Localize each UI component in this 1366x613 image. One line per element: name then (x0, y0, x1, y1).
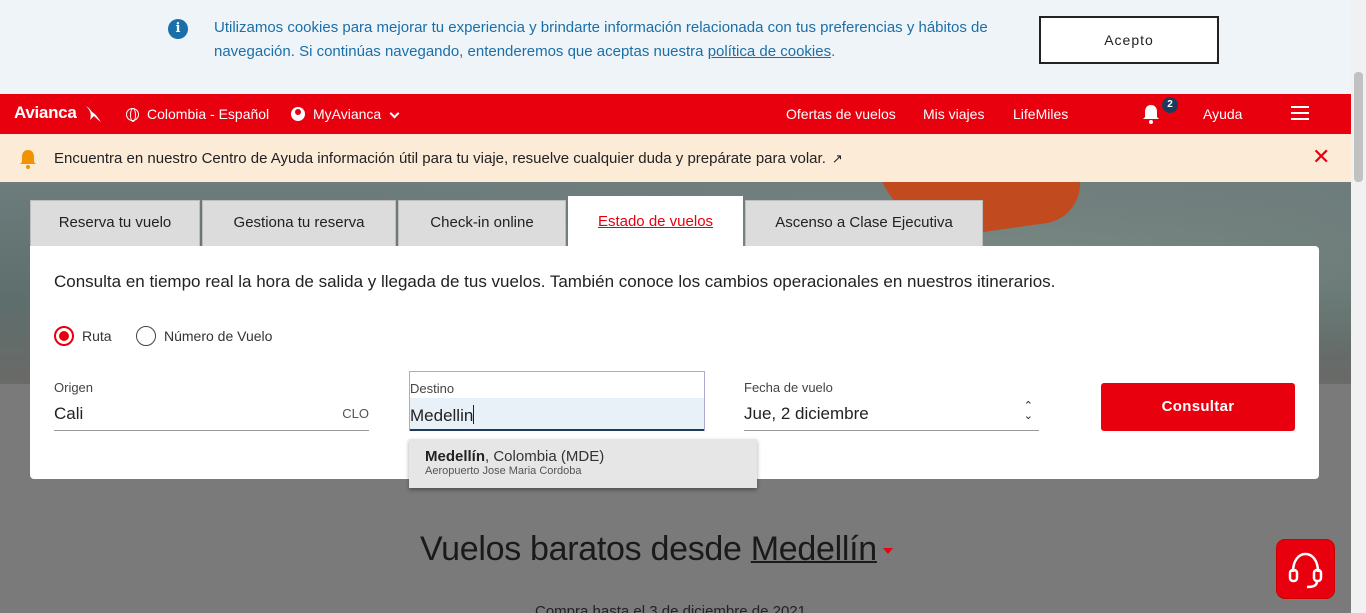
origin-city-selector[interactable]: Medellín (751, 530, 877, 568)
radio-flight-number[interactable] (136, 326, 156, 346)
destination-value: Medellin (410, 406, 474, 425)
top-nav: Avianca Colombia - Español MyAvianca Ofe… (0, 94, 1351, 134)
page-scrollbar[interactable] (1351, 0, 1366, 613)
nav-link-offers[interactable]: Ofertas de vuelos (786, 106, 896, 122)
cookie-period: . (831, 43, 836, 60)
user-icon (291, 107, 305, 121)
date-value[interactable]: Jue, 2 diciembre (744, 404, 869, 424)
tab-flight-status[interactable]: Estado de vuelos (568, 196, 743, 247)
purchase-deadline: Compra hasta el 3 de diciembre de 2021 (535, 603, 806, 613)
tab-book-flight[interactable]: Reserva tu vuelo (30, 200, 200, 246)
date-field[interactable]: Fecha de vuelo Jue, 2 diciembre ⌃ ⌄ (744, 371, 1039, 431)
locale-label: Colombia - Español (147, 106, 270, 122)
suggestion-country: , Colombia (MDE) (485, 448, 605, 465)
cookie-banner: i Utilizamos cookies para mejorar tu exp… (0, 0, 1351, 94)
nav-link-my-trips[interactable]: Mis viajes (923, 106, 984, 122)
notification-badge: 2 (1162, 97, 1178, 113)
destination-input[interactable]: Medellin (410, 405, 475, 426)
external-link-icon: ↗ (831, 151, 843, 166)
consult-button[interactable]: Consultar (1101, 383, 1295, 431)
radio-flight-number-label[interactable]: Número de Vuelo (164, 328, 272, 344)
account-label: MyAvianca (313, 106, 382, 122)
info-icon: i (168, 19, 188, 39)
help-center-banner: Encuentra en nuestro Centro de Ayuda inf… (0, 134, 1351, 182)
cookie-policy-link[interactable]: política de cookies (708, 43, 831, 60)
tab-manage-booking[interactable]: Gestiona tu reserva (202, 200, 396, 246)
cookie-text: Utilizamos cookies para mejorar tu exper… (214, 16, 1014, 64)
cheap-flights-heading: Vuelos baratos desde Medellín (420, 530, 893, 569)
tab-upgrade[interactable]: Ascenso a Clase Ejecutiva (745, 200, 983, 246)
support-chat-button[interactable] (1277, 540, 1334, 598)
suggestion-airport: Aeropuerto Jose Maria Cordoba (425, 465, 582, 477)
avianca-logo[interactable]: Avianca (14, 103, 77, 123)
origin-value[interactable]: Cali (54, 404, 83, 424)
bell-icon (20, 150, 36, 169)
close-icon[interactable]: ✕ (1312, 146, 1330, 168)
menu-icon[interactable] (1291, 106, 1309, 120)
globe-icon (126, 108, 139, 122)
bird-logo-icon (86, 106, 101, 122)
origin-label: Origen (54, 380, 94, 395)
destination-field[interactable]: Destino Medellin (409, 371, 705, 431)
origin-code: CLO (342, 406, 369, 421)
nav-help-link[interactable]: Ayuda (1203, 106, 1242, 122)
origin-field[interactable]: Origen Cali CLO (54, 371, 369, 431)
tab-check-in[interactable]: Check-in online (398, 200, 566, 246)
help-center-link[interactable]: Encuentra en nuestro Centro de Ayuda inf… (54, 150, 843, 167)
date-stepper-icon[interactable]: ⌃ ⌄ (1024, 401, 1033, 422)
locale-selector[interactable]: Colombia - Español (126, 106, 269, 122)
caret-down-icon[interactable] (882, 548, 893, 554)
myavianca-menu[interactable]: MyAvianca (291, 106, 400, 122)
headset-icon (1288, 552, 1323, 589)
panel-description: Consulta en tiempo real la hora de salid… (54, 272, 1056, 291)
destination-suggestion[interactable]: Medellín, Colombia (MDE) Aeropuerto Jose… (409, 439, 757, 488)
bell-icon[interactable] (1142, 103, 1160, 125)
accept-cookies-button[interactable]: Acepto (1039, 16, 1219, 64)
nav-link-lifemiles[interactable]: LifeMiles (1013, 106, 1068, 122)
radio-route-label[interactable]: Ruta (82, 328, 112, 344)
cookie-message: Utilizamos cookies para mejorar tu exper… (214, 19, 988, 60)
chevron-down-icon (389, 108, 400, 119)
scrollbar-thumb[interactable] (1354, 72, 1363, 182)
heading-prefix: Vuelos baratos desde (420, 530, 751, 568)
destination-label: Destino (410, 381, 455, 396)
date-label: Fecha de vuelo (744, 380, 833, 395)
help-message: Encuentra en nuestro Centro de Ayuda inf… (54, 150, 826, 167)
radio-route[interactable] (54, 326, 74, 346)
suggestion-city-name: Medellín (425, 448, 486, 465)
suggestion-city: Medellín, Colombia (MDE) (425, 448, 604, 465)
